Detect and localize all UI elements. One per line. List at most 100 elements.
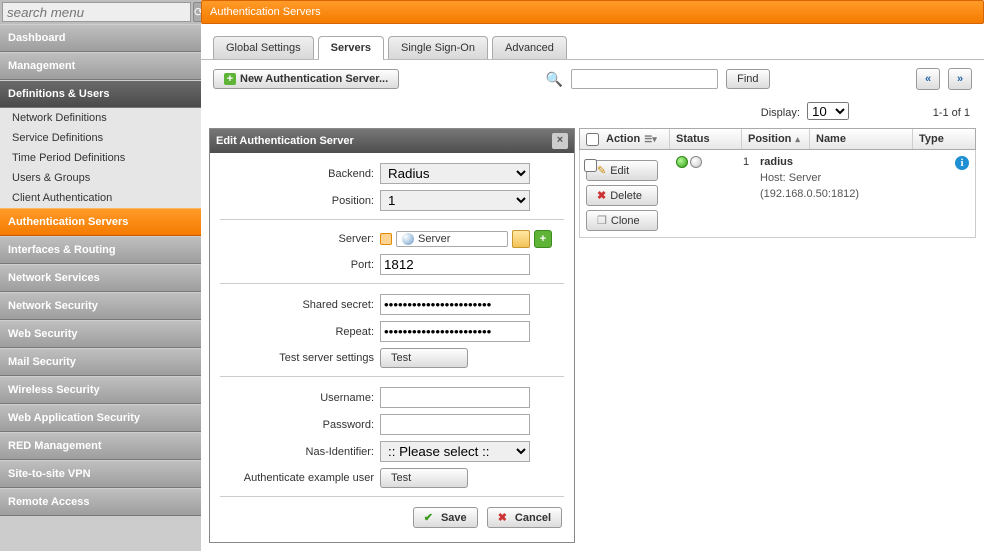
col-position-label: Position <box>748 133 791 145</box>
secret-label: Shared secret: <box>220 299 380 311</box>
tab[interactable]: Advanced <box>492 36 567 59</box>
table-row: ✎ Edit ✖ Delete ❐ Clone <box>579 150 976 238</box>
close-icon: × <box>557 134 563 146</box>
server-object-label: Server <box>418 233 450 245</box>
sidebar-item[interactable]: Mail Security <box>0 348 201 376</box>
port-label: Port: <box>220 259 380 271</box>
port-input[interactable] <box>380 254 530 275</box>
col-position[interactable]: Position ▴ <box>742 129 810 149</box>
cancel-label: Cancel <box>515 512 551 524</box>
display-select[interactable]: 10 <box>807 102 849 120</box>
edit-label: Edit <box>610 165 629 177</box>
col-action-label: Action <box>606 133 640 145</box>
sidebar-item[interactable]: Network Services <box>0 264 201 292</box>
list-panel: Action ☰▾ Status Position ▴ Name Type <box>579 128 976 543</box>
sidebar-item[interactable]: Web Application Security <box>0 404 201 432</box>
tab[interactable]: Servers <box>318 36 384 59</box>
sidebar-item[interactable]: Users & Groups <box>0 168 201 188</box>
status-on-icon[interactable] <box>676 156 688 168</box>
host-icon <box>402 233 414 245</box>
nas-select[interactable]: :: Please select :: <box>380 441 530 462</box>
info-icon[interactable]: i <box>955 156 969 170</box>
col-type-label: Type <box>919 133 944 145</box>
plus-icon: + <box>224 73 236 85</box>
chevron-left-icon: « <box>925 73 931 85</box>
sidebar-item[interactable]: Interfaces & Routing <box>0 236 201 264</box>
select-all-checkbox[interactable] <box>586 133 599 146</box>
find-input[interactable] <box>571 69 718 89</box>
repeat-input[interactable] <box>380 321 530 342</box>
find-button[interactable]: Find <box>726 69 769 89</box>
col-type[interactable]: Type <box>913 129 975 149</box>
new-auth-server-label: New Authentication Server... <box>240 73 388 85</box>
test-server-label: Test server settings <box>220 352 380 364</box>
test-server-button[interactable]: Test <box>380 348 468 368</box>
page-title: Authentication Servers <box>202 6 329 18</box>
col-name-label: Name <box>816 133 846 145</box>
row-name: radius <box>760 156 793 168</box>
auth-example-label: Authenticate example user <box>220 472 380 484</box>
sidebar-item[interactable]: Network Security <box>0 292 201 320</box>
new-auth-server-button[interactable]: + New Authentication Server... <box>213 69 399 89</box>
repeat-label: Repeat: <box>220 326 380 338</box>
username-input[interactable] <box>380 387 530 408</box>
sidebar-item[interactable]: Definitions & Users <box>0 80 201 108</box>
nas-label: Nas-Identifier: <box>220 446 380 458</box>
display-count: 1-1 of 1 <box>886 107 970 119</box>
sidebar-item[interactable]: Client Authentication <box>0 188 201 208</box>
cancel-button[interactable]: Cancel <box>487 507 562 528</box>
sidebar-item[interactable]: Dashboard <box>0 24 201 52</box>
sidebar-item[interactable]: Time Period Definitions <box>0 148 201 168</box>
sidebar-item[interactable]: Site-to-site VPN <box>0 460 201 488</box>
search-input[interactable] <box>2 2 191 22</box>
save-button[interactable]: Save <box>413 507 478 528</box>
sort-asc-icon: ▴ <box>795 134 800 145</box>
sidebar-item[interactable]: Remote Access <box>0 488 201 516</box>
find-label: Find <box>737 73 758 85</box>
search-icon: 🔍 <box>546 71 563 88</box>
col-status-label: Status <box>676 133 710 145</box>
page-next-button[interactable]: » <box>948 68 972 90</box>
test-auth-button[interactable]: Test <box>380 468 468 488</box>
col-name[interactable]: Name <box>810 129 913 149</box>
tab[interactable]: Single Sign-On <box>388 36 488 59</box>
add-object-button[interactable]: + <box>534 230 552 248</box>
password-input[interactable] <box>380 414 530 435</box>
test-auth-btn-label: Test <box>391 472 411 484</box>
object-type-icon <box>380 233 392 245</box>
col-status[interactable]: Status <box>670 129 742 149</box>
status-off-icon[interactable] <box>690 156 702 168</box>
save-label: Save <box>441 512 467 524</box>
clone-button[interactable]: ❐ Clone <box>586 210 658 231</box>
sidebar-item[interactable]: Service Definitions <box>0 128 201 148</box>
row-host: Host: Server <box>760 172 821 184</box>
close-button[interactable]: × <box>552 133 568 149</box>
browse-button[interactable] <box>512 230 530 248</box>
sidebar-item[interactable]: Wireless Security <box>0 376 201 404</box>
clone-icon: ❐ <box>597 214 607 227</box>
sidebar: DashboardManagementDefinitions & UsersNe… <box>0 24 201 551</box>
clone-label: Clone <box>611 215 640 227</box>
row-checkbox[interactable] <box>584 159 597 172</box>
sidebar-item[interactable]: Authentication Servers <box>0 208 201 236</box>
backend-select[interactable]: Radius <box>380 163 530 184</box>
sidebar-item[interactable]: Web Security <box>0 320 201 348</box>
password-label: Password: <box>220 419 380 431</box>
username-label: Username: <box>220 392 380 404</box>
backend-label: Backend: <box>220 168 380 180</box>
sort-icon[interactable]: ☰▾ <box>644 134 657 145</box>
row-address: (192.168.0.50:1812) <box>760 188 859 200</box>
server-object[interactable]: Server <box>396 231 508 247</box>
tab-bar: Global SettingsServersSingle Sign-OnAdva… <box>201 24 984 60</box>
display-label: Display: <box>761 107 800 119</box>
sidebar-item[interactable]: RED Management <box>0 432 201 460</box>
tab[interactable]: Global Settings <box>213 36 314 59</box>
position-select[interactable]: 1 <box>380 190 530 211</box>
secret-input[interactable] <box>380 294 530 315</box>
sidebar-item[interactable]: Network Definitions <box>0 108 201 128</box>
sidebar-item[interactable]: Management <box>0 52 201 80</box>
server-label: Server: <box>220 233 380 245</box>
test-btn-label: Test <box>391 352 411 364</box>
page-prev-button[interactable]: « <box>916 68 940 90</box>
delete-button[interactable]: ✖ Delete <box>586 185 658 206</box>
